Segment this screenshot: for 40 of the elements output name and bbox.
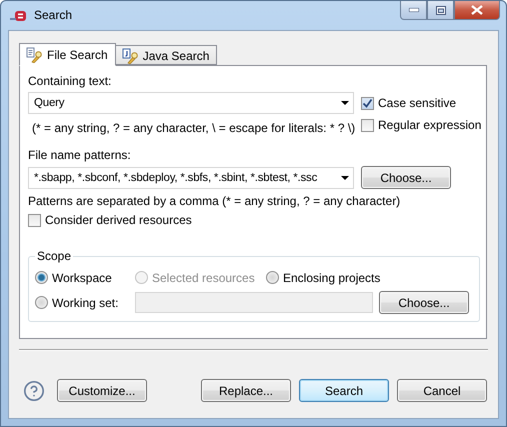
app-logo-icon: [10, 9, 28, 23]
checkbox[interactable]: [361, 118, 374, 132]
help-icon[interactable]: [23, 380, 45, 402]
radio-button[interactable]: [35, 296, 48, 309]
maximize-icon: [436, 6, 446, 14]
tab[interactable]: Java Search: [116, 45, 218, 65]
checkbox-label: Case sensitive: [378, 96, 456, 110]
checkbox-label: Consider derived resources: [45, 213, 192, 227]
hint-text: (* = any string, ? = any character, \ = escape for literals: * ? \): [31, 120, 354, 137]
field-label: File name patterns:: [28, 148, 132, 162]
radio-label: Selected resources: [152, 270, 255, 284]
dropdown-arrow-icon[interactable]: [341, 176, 349, 180]
close-button[interactable]: [454, 1, 500, 20]
radio-label: Enclosing projects: [283, 270, 380, 284]
choose-button[interactable]: Choose...: [361, 166, 451, 189]
dialog-button[interactable]: Search: [299, 379, 389, 402]
field-label: Containing text:: [28, 74, 112, 88]
minimize-button[interactable]: [400, 1, 427, 20]
checkbox[interactable]: [28, 214, 41, 226]
radio-label: Working set:: [52, 296, 118, 310]
file-patterns-combo[interactable]: *.sbapp, *.sbconf, *.sbdeploy, *.sbfs, *.sbint, *.sbtest, *.ssc: [28, 166, 354, 188]
radio-button[interactable]: [35, 271, 48, 284]
maximize-button[interactable]: [427, 1, 454, 20]
hint-text: Patterns are separated by a comma (* = any string, ? = any character): [28, 194, 402, 208]
window-title: Search: [34, 8, 72, 22]
dropdown-arrow-icon[interactable]: [341, 101, 349, 105]
containing-text-combo[interactable]: Query: [28, 92, 354, 114]
close-icon: [471, 5, 483, 15]
group-title: Scope: [36, 249, 72, 263]
dialog-button[interactable]: Replace...: [201, 379, 291, 402]
radio-label: Workspace: [52, 270, 112, 284]
document-search-icon: [26, 46, 42, 62]
choose-button[interactable]: Choose...: [379, 291, 469, 314]
tab[interactable]: File Search: [19, 43, 116, 66]
checkbox[interactable]: [361, 96, 374, 110]
customize-button[interactable]: Customize...: [57, 379, 147, 402]
minimize-icon: [408, 8, 418, 12]
radio-button[interactable]: [266, 271, 279, 284]
checkbox-label: Regular expression: [378, 118, 482, 132]
dialog-button[interactable]: Cancel: [397, 379, 487, 402]
